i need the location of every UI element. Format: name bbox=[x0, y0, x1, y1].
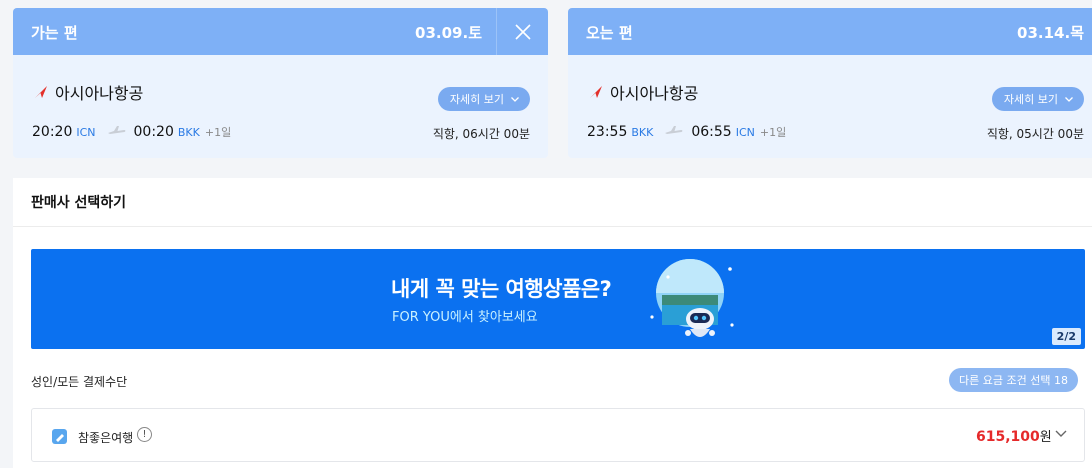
fare-filter-button[interactable]: 다른 요금 조건 선택 18 bbox=[949, 368, 1078, 392]
outbound-arrive-code: BKK bbox=[177, 126, 200, 139]
outbound-header: 가는 편 03.09.토 bbox=[13, 8, 548, 55]
outbound-arrive-time: 00:20 bbox=[133, 124, 174, 140]
asiana-logo-icon bbox=[590, 86, 602, 98]
outbound-times: 20:20 ICN 00:20 BKK +1일 bbox=[32, 124, 231, 140]
inbound-flight-card: 오는 편 03.14.목 아시아나항공 자세히 보기 23:55 BKK 06:… bbox=[568, 8, 1092, 158]
inbound-date: 03.14.목 bbox=[1017, 24, 1084, 42]
seller-logo-icon bbox=[52, 429, 67, 444]
seller-price: 615,100원 bbox=[976, 426, 1052, 445]
plane-icon bbox=[665, 124, 683, 140]
inbound-day-offset: +1일 bbox=[759, 126, 787, 139]
outbound-airline-name: 아시아나항공 bbox=[55, 84, 144, 103]
chevron-down-icon bbox=[1065, 97, 1073, 102]
inbound-header: 오는 편 03.14.목 bbox=[568, 8, 1092, 55]
plane-icon bbox=[107, 124, 126, 140]
inbound-depart-code: BKK bbox=[631, 126, 654, 139]
robot-mascot-icon bbox=[650, 259, 734, 337]
inbound-direction: 오는 편 bbox=[586, 24, 633, 42]
promo-banner[interactable]: 내게 꼭 맞는 여행상품은? FOR YOU에서 찾아보세요 2/2 bbox=[31, 249, 1085, 349]
banner-title: 내게 꼭 맞는 여행상품은? bbox=[391, 277, 612, 301]
inbound-times: 23:55 BKK 06:55 ICN +1일 bbox=[587, 124, 786, 140]
inbound-arrive-time: 06:55 bbox=[691, 124, 732, 140]
chevron-down-icon bbox=[511, 97, 519, 102]
close-button[interactable] bbox=[496, 8, 548, 55]
seller-name: 참좋은여행 bbox=[78, 431, 134, 445]
outbound-direction: 가는 편 bbox=[31, 24, 78, 42]
inbound-detail-label: 자세히 보기 bbox=[1003, 93, 1058, 106]
banner-page-indicator: 2/2 bbox=[1051, 328, 1081, 345]
inbound-route-info: 직항, 05시간 00분 bbox=[986, 127, 1084, 141]
seller-panel: 판매사 선택하기 내게 꼭 맞는 여행상품은? FOR YOU에서 찾아보세요 … bbox=[13, 178, 1092, 468]
outbound-detail-button[interactable]: 자세히 보기 bbox=[437, 87, 530, 111]
outbound-date: 03.09.토 bbox=[415, 24, 482, 42]
outbound-depart-time: 20:20 bbox=[32, 124, 73, 140]
inbound-detail-button[interactable]: 자세히 보기 bbox=[991, 87, 1084, 111]
asiana-logo-icon bbox=[35, 86, 47, 98]
outbound-flight-card: 가는 편 03.09.토 아시아나항공 자세히 보기 20:20 ICN 00:… bbox=[13, 8, 548, 158]
inbound-airline-name: 아시아나항공 bbox=[610, 84, 699, 103]
close-icon bbox=[514, 23, 531, 40]
divider bbox=[13, 226, 1092, 227]
seller-row[interactable]: 참좋은여행 ! 615,100원 bbox=[31, 408, 1085, 462]
outbound-detail-label: 자세히 보기 bbox=[449, 93, 504, 106]
price-amount: 615,100 bbox=[976, 429, 1040, 445]
seller-panel-title: 판매사 선택하기 bbox=[31, 195, 127, 211]
inbound-arrive-code: ICN bbox=[735, 126, 755, 139]
fare-condition-label: 성인/모든 결제수단 bbox=[31, 375, 128, 389]
info-icon[interactable]: ! bbox=[137, 427, 152, 442]
banner-subtitle: FOR YOU에서 찾아보세요 bbox=[392, 310, 538, 325]
price-currency: 원 bbox=[1039, 430, 1052, 445]
outbound-route-info: 직항, 06시간 00분 bbox=[432, 127, 530, 141]
outbound-depart-code: ICN bbox=[76, 126, 96, 139]
inbound-airline: 아시아나항공 bbox=[588, 80, 698, 104]
chevron-down-icon bbox=[1055, 430, 1067, 437]
outbound-airline: 아시아나항공 bbox=[33, 80, 143, 104]
outbound-day-offset: +1일 bbox=[204, 126, 232, 139]
inbound-depart-time: 23:55 bbox=[587, 124, 628, 140]
